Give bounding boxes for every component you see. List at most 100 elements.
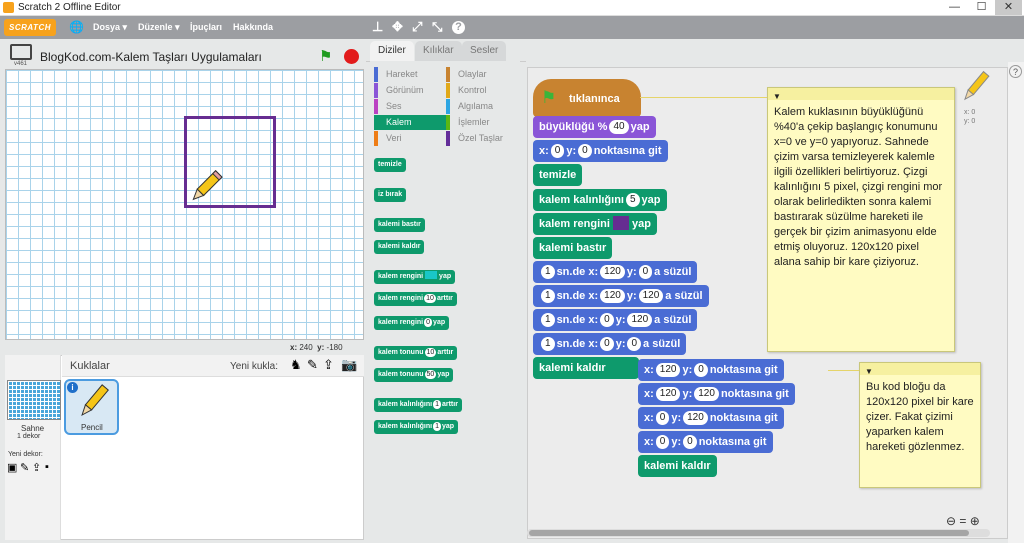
sprite-y: y: 0 (964, 118, 976, 125)
comment-note-2[interactable]: ▼ Bu kod bloğu da 120x120 pixel bir kare… (859, 362, 981, 488)
stage-canvas[interactable] (5, 69, 364, 340)
goto-block-1[interactable]: x: 120 y: 120 noktasına git (638, 383, 795, 405)
pencil-sprite-thumb[interactable]: i Pencil (64, 379, 119, 435)
pen-down-block[interactable]: kalemi bastır (533, 237, 613, 259)
sprite-library-icon[interactable]: ♞ (290, 357, 302, 373)
category-8[interactable]: Veri (374, 131, 446, 146)
minimize-button[interactable]: — (941, 0, 968, 15)
goto-block-2[interactable]: x: 0 y: 120 noktasına git (638, 407, 784, 429)
palette-shade-to-block[interactable]: kalem tonunu 50 yap (374, 368, 454, 382)
tab-sounds[interactable]: Sesler (462, 41, 507, 61)
version-label: v461 (14, 61, 28, 67)
stage-thumbnail[interactable] (7, 380, 61, 420)
glide-block-0[interactable]: 1 sn.de x: 120 y: 0 a süzül (533, 261, 698, 283)
goto-block-0[interactable]: x: 120 y: 0 noktasına git (638, 359, 784, 381)
hat-label: tıklanınca (569, 93, 620, 105)
palette-change-size-block[interactable]: kalem kalınlığını 1 arttır (374, 398, 462, 412)
sprite-x: x: 0 (964, 109, 976, 116)
goto-block-3[interactable]: x: 0 y: 0 noktasına git (638, 431, 773, 453)
palette-stamp-block[interactable]: iz bırak (374, 188, 407, 202)
palette-change-shade-block[interactable]: kalem tonunu 10 arttır (374, 346, 458, 360)
pencil-icon (81, 384, 109, 417)
help-icon[interactable]: ? (452, 21, 465, 34)
palette-set-color-block[interactable]: kalem rengini yap (374, 270, 456, 284)
project-title[interactable]: BlogKod.com-Kalem Taşları Uygulamaları (40, 50, 262, 64)
camera-icon[interactable]: 📷 (341, 357, 357, 373)
set-pen-color-block[interactable]: kalem rengini yap (533, 213, 658, 235)
category-9[interactable]: Özel Taşlar (446, 131, 518, 146)
app-icon (3, 2, 14, 13)
sprites-title: Kuklalar (70, 360, 110, 372)
pen-up-block[interactable]: kalemi kaldır (533, 357, 639, 379)
category-3[interactable]: Kontrol (446, 83, 518, 98)
category-5[interactable]: Algılama (446, 99, 518, 114)
when-flag-clicked-block[interactable]: ⚑ tıklanınca (533, 79, 641, 117)
category-1[interactable]: Olaylar (446, 67, 518, 82)
palette-change-color-block[interactable]: kalem rengini 10 arttır (374, 292, 457, 306)
globe-icon[interactable]: 🌐 (69, 20, 84, 34)
palette-pen-up-block[interactable]: kalemi kaldır (374, 240, 425, 254)
tab-scripts[interactable]: Diziler (370, 41, 414, 61)
window-title: Scratch 2 Offline Editor (18, 2, 121, 13)
pencil-sprite-label: Pencil (81, 423, 103, 432)
menu-tips[interactable]: İpuçları (190, 22, 222, 32)
zoom-reset-icon[interactable]: = (959, 514, 966, 528)
clear-block[interactable]: temizle (533, 164, 583, 186)
tab-costumes[interactable]: Kılıklar (415, 41, 462, 61)
upload-backdrop-icon[interactable]: ⇪ (32, 461, 41, 474)
category-7[interactable]: İşlemler (446, 115, 518, 130)
category-list: Hareket Olaylar Görünüm Kontrol Ses Algılama K… (370, 61, 520, 151)
palette-clear-block[interactable]: temizle (374, 158, 406, 172)
category-4[interactable]: Ses (374, 99, 446, 114)
shrink-tool-icon[interactable]: ⤡ (432, 19, 442, 35)
fullscreen-icon[interactable] (10, 44, 32, 60)
backdrop-camera-icon[interactable]: ▪ (45, 461, 49, 473)
grow-tool-icon[interactable]: ⤢ (412, 19, 422, 35)
pen-up-block-2[interactable]: kalemi kaldır (638, 455, 717, 477)
duplicate-tool-icon[interactable]: ⊥ (372, 19, 383, 35)
palette-color-to-block[interactable]: kalem rengini 0 yap (374, 316, 450, 330)
new-sprite-label: Yeni kukla: (230, 361, 278, 372)
category-6[interactable]: Kalem (374, 115, 446, 130)
note-2-connector (828, 370, 859, 371)
zoom-out-icon[interactable]: ⊖ (946, 514, 956, 528)
scrollbar-thumb[interactable] (529, 530, 969, 536)
zoom-in-icon[interactable]: ⊕ (970, 514, 980, 528)
stop-icon[interactable] (344, 49, 359, 64)
menu-about[interactable]: Hakkında (233, 22, 273, 32)
backdrop-library-icon[interactable]: ▣ (7, 461, 17, 474)
goto-xy-block[interactable]: x: 0 y: 0 noktasına git (533, 140, 668, 162)
paint-backdrop-icon[interactable]: ✎ (20, 461, 29, 474)
category-0[interactable]: Hareket (374, 67, 446, 82)
glide-block-1[interactable]: 1 sn.de x: 120 y: 120 a süzül (533, 285, 709, 307)
pencil-sprite[interactable] (187, 168, 223, 206)
upload-sprite-icon[interactable]: ⇪ (323, 357, 334, 373)
backdrop-count: 1 dekor (17, 433, 41, 440)
close-window-button[interactable]: ✕ (995, 0, 1022, 15)
menu-bar: SCRATCH 🌐 Dosya ▾ Düzenle ▾ İpuçları Hak… (0, 16, 1024, 39)
script-help-icon[interactable]: ? (1009, 65, 1022, 78)
glide-block-2[interactable]: 1 sn.de x: 0 y: 120 a süzül (533, 309, 698, 331)
category-2[interactable]: Görünüm (374, 83, 446, 98)
palette-size-to-block[interactable]: kalem kalınlığını 1 yap (374, 420, 459, 434)
cut-tool-icon[interactable]: ✥ (392, 19, 403, 35)
menu-file[interactable]: Dosya ▾ (93, 22, 127, 33)
note-2-text: Bu kod bloğu da 120x120 pixel bir kare ç… (866, 381, 974, 453)
set-size-block[interactable]: büyüklüğü % 40 yap (533, 116, 656, 138)
note-2-header[interactable]: ▼ (860, 363, 980, 376)
menu-edit[interactable]: Düzenle ▾ (138, 22, 180, 33)
zoom-controls: ⊖ = ⊕ (946, 514, 980, 528)
new-backdrop-label: Yeni dekor: (8, 451, 43, 458)
pen-color-swatch[interactable] (612, 216, 629, 230)
title-bar: Scratch 2 Offline Editor — ☐ ✕ (0, 0, 1024, 16)
green-flag-icon[interactable]: ⚑ (319, 47, 332, 65)
note-1-header[interactable]: ▼ (768, 88, 954, 101)
palette-pen-down-block[interactable]: kalemi bastır (374, 218, 425, 232)
set-pen-size-block[interactable]: kalem kalınlığını 5 yap (533, 189, 667, 211)
paint-sprite-icon[interactable]: ✎ (307, 357, 318, 373)
horizontal-scrollbar[interactable] (527, 529, 990, 537)
sprite-info-pencil-icon (964, 70, 990, 101)
maximize-button[interactable]: ☐ (968, 0, 995, 15)
glide-block-3[interactable]: 1 sn.de x: 0 y: 0 a süzül (533, 333, 687, 355)
comment-note-1[interactable]: ▼ Kalem kuklasının büyüklüğünü %40'a çek… (767, 87, 955, 352)
